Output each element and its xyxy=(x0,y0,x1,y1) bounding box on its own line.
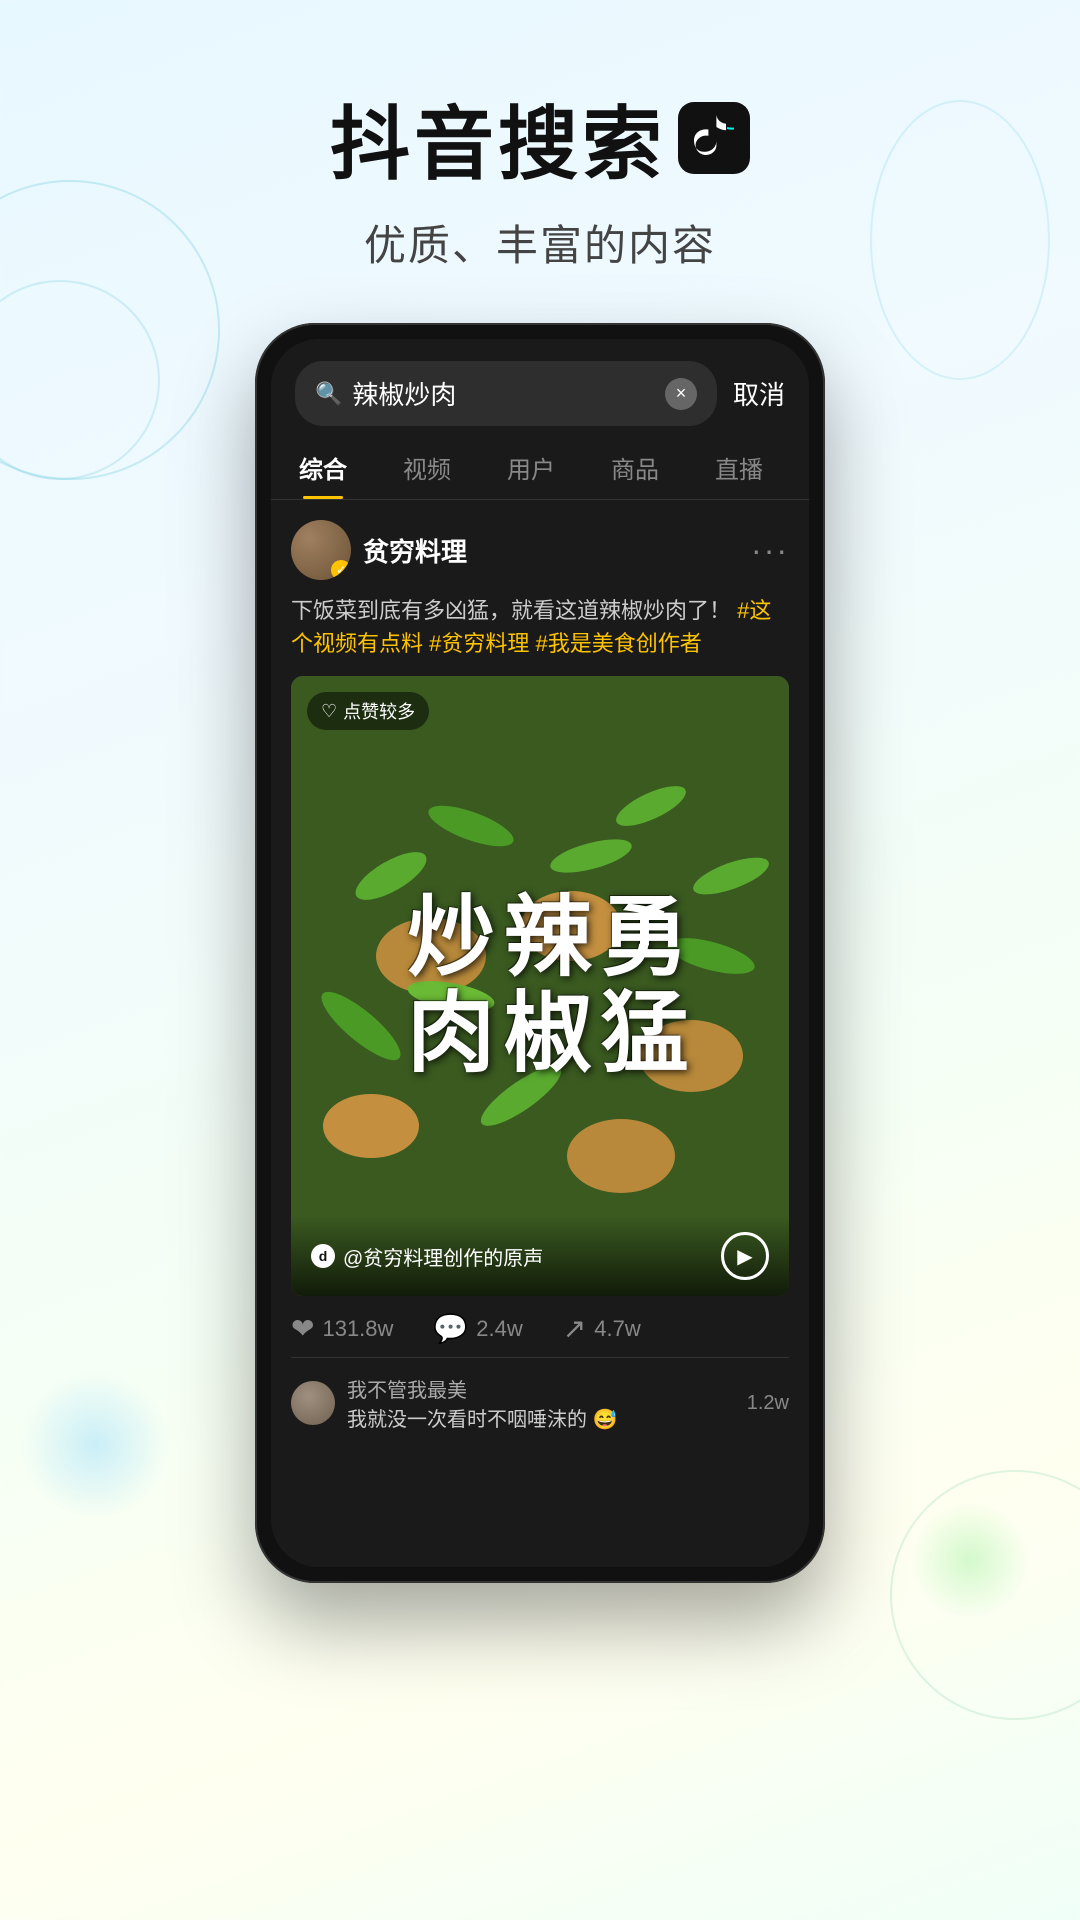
search-bar-area: 🔍 辣椒炒肉 × 取消 xyxy=(271,339,809,426)
heart-icon: ♡ xyxy=(321,701,337,722)
page-header: 抖音搜索 优质、丰富的内容 xyxy=(0,0,1080,273)
content-area: ✓ 贫穷料理 ··· 下饭菜到底有多凶猛，就看这道辣椒炒肉了！ #这个视频有点料… xyxy=(271,500,809,1567)
video-title-overlay: 勇猛辣椒炒肉 xyxy=(291,676,789,1296)
more-options-button[interactable]: ··· xyxy=(751,532,789,569)
phone-container: 🔍 辣椒炒肉 × 取消 综合 视频 用户 xyxy=(0,323,1080,1583)
post-card: ✓ 贫穷料理 ··· 下饭菜到底有多凶猛，就看这道辣椒炒肉了！ #这个视频有点料… xyxy=(291,520,789,1448)
share-button[interactable]: ↗ 4.7w xyxy=(563,1312,641,1345)
tab-商品[interactable]: 商品 xyxy=(583,440,687,499)
comment-count: 2.4w xyxy=(476,1316,522,1342)
phone-mockup: 🔍 辣椒炒肉 × 取消 综合 视频 用户 xyxy=(255,323,825,1583)
comment-icon: 💬 xyxy=(433,1312,468,1345)
tab-直播[interactable]: 直播 xyxy=(687,440,791,499)
comment-preview: 我不管我最美 我就没一次看时不咽唾沫的 😅 1.2w xyxy=(291,1374,789,1448)
comment-text-area: 我不管我最美 我就没一次看时不咽唾沫的 😅 xyxy=(347,1374,735,1432)
search-icon: 🔍 xyxy=(315,381,342,407)
verified-badge: ✓ xyxy=(331,560,351,580)
like-button[interactable]: ❤ 131.8w xyxy=(291,1312,393,1345)
tiktok-logo-icon xyxy=(678,102,750,174)
search-query: 辣椒炒肉 xyxy=(352,375,655,412)
play-button[interactable]: ▶ xyxy=(721,1232,769,1280)
post-description: 下饭菜到底有多凶猛，就看这道辣椒炒肉了！ #这个视频有点料 #贫穷料理 #我是美… xyxy=(291,594,789,660)
like-icon: ❤ xyxy=(291,1312,314,1345)
share-count: 4.7w xyxy=(594,1316,640,1342)
tab-视频[interactable]: 视频 xyxy=(375,440,479,499)
search-input-box[interactable]: 🔍 辣椒炒肉 × xyxy=(295,361,717,426)
audio-text: @贫穷料理创作的原声 xyxy=(343,1242,543,1271)
tab-音[interactable]: 音 xyxy=(791,440,809,499)
post-author[interactable]: ✓ 贫穷料理 xyxy=(291,520,467,580)
author-name: 贫穷料理 xyxy=(363,532,467,569)
comment-content: 我就没一次看时不咽唾沫的 😅 xyxy=(347,1403,735,1432)
audio-info: d @贫穷料理创作的原声 xyxy=(311,1242,543,1271)
video-big-title: 勇猛辣椒炒肉 xyxy=(395,890,685,1082)
post-header: ✓ 贫穷料理 ··· xyxy=(291,520,789,580)
interaction-bar: ❤ 131.8w 💬 2.4w ↗ 4.7w xyxy=(291,1296,789,1358)
tiktok-mini-icon: d xyxy=(311,1244,335,1268)
phone-screen: 🔍 辣椒炒肉 × 取消 综合 视频 用户 xyxy=(271,339,809,1567)
desc-normal-text: 下饭菜到底有多凶猛，就看这道辣椒炒肉了！ xyxy=(291,598,731,623)
app-subtitle: 优质、丰富的内容 xyxy=(0,212,1080,273)
app-title: 抖音搜索 xyxy=(0,80,1080,196)
play-icon: ▶ xyxy=(737,1244,752,1269)
tab-用户[interactable]: 用户 xyxy=(479,440,583,499)
share-icon: ↗ xyxy=(563,1312,586,1345)
like-count: 131.8w xyxy=(322,1316,393,1342)
video-background: ♡ 点赞较多 勇猛辣椒炒肉 d xyxy=(291,676,789,1296)
comment-button[interactable]: 💬 2.4w xyxy=(433,1312,522,1345)
check-icon: ✓ xyxy=(336,563,346,577)
badge-text: 点赞较多 xyxy=(343,698,415,724)
video-badge: ♡ 点赞较多 xyxy=(307,692,429,730)
video-thumbnail[interactable]: ♡ 点赞较多 勇猛辣椒炒肉 d xyxy=(291,676,789,1296)
commenter-username: 我不管我最美 xyxy=(347,1374,735,1403)
video-footer: d @贫穷料理创作的原声 ▶ xyxy=(291,1216,789,1296)
tiktok-d-icon: d xyxy=(319,1248,328,1264)
tabs-area: 综合 视频 用户 商品 直播 音 xyxy=(271,426,809,500)
commenter-avatar xyxy=(291,1381,335,1425)
title-text: 抖音搜索 xyxy=(330,80,666,196)
comment-likes: 1.2w xyxy=(747,1392,789,1415)
clear-icon: × xyxy=(676,383,687,404)
author-avatar: ✓ xyxy=(291,520,351,580)
tab-综合[interactable]: 综合 xyxy=(271,440,375,499)
search-cancel-button[interactable]: 取消 xyxy=(733,375,785,412)
search-clear-button[interactable]: × xyxy=(665,378,697,410)
